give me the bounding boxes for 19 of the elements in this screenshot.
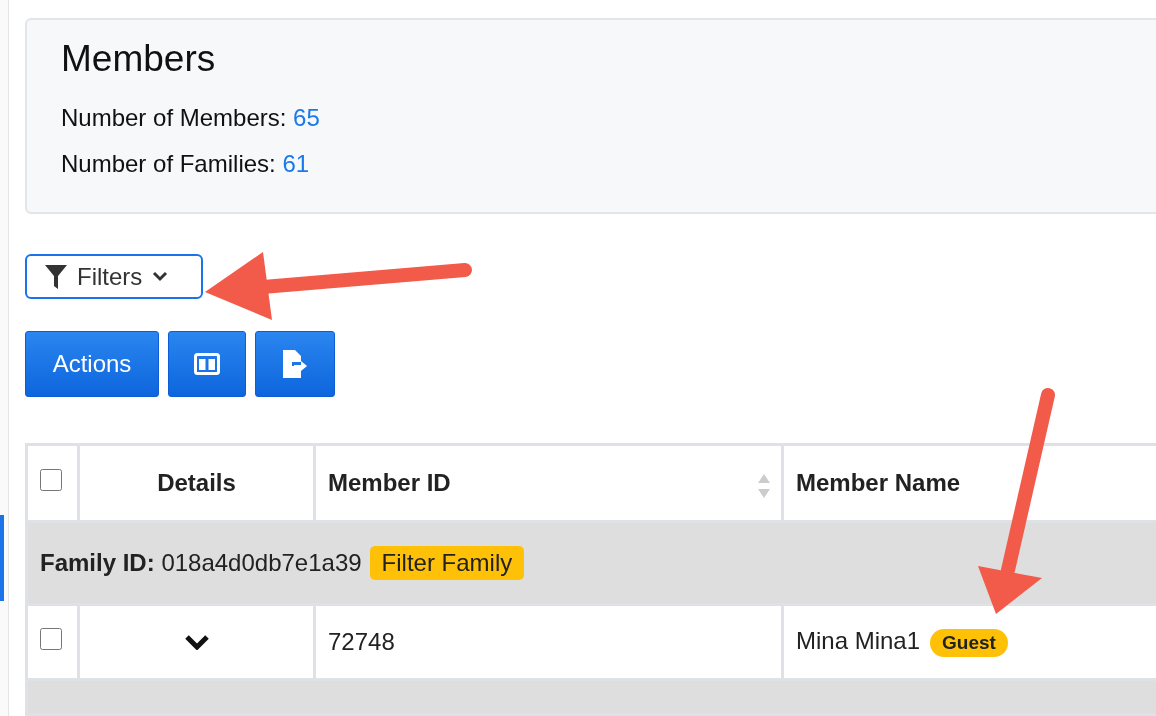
filter-family-button[interactable]: Filter Family — [369, 546, 525, 580]
guest-badge: Guest — [930, 629, 1008, 657]
row-checkbox[interactable] — [40, 628, 62, 650]
actions-button[interactable]: Actions — [25, 331, 159, 397]
filters-button[interactable]: Filters — [25, 254, 203, 299]
page-title: Members — [61, 38, 217, 80]
chevron-down-icon[interactable] — [183, 634, 210, 650]
stat-line: Number of Families: 61 — [61, 150, 311, 178]
columns-button[interactable] — [168, 331, 246, 397]
chevron-down-icon — [152, 271, 169, 282]
columns-icon — [194, 353, 220, 375]
family-id-label: Family ID: 018a4d0db7e1a39 — [40, 549, 362, 576]
sort-icon — [757, 472, 771, 500]
filter-icon — [45, 264, 67, 289]
select-all-checkbox[interactable] — [40, 469, 62, 491]
stat-line: Number of Members: 65 — [61, 104, 321, 132]
file-export-icon — [281, 350, 309, 378]
member-name: Mina Mina1 — [796, 627, 921, 654]
export-button[interactable] — [255, 331, 335, 397]
